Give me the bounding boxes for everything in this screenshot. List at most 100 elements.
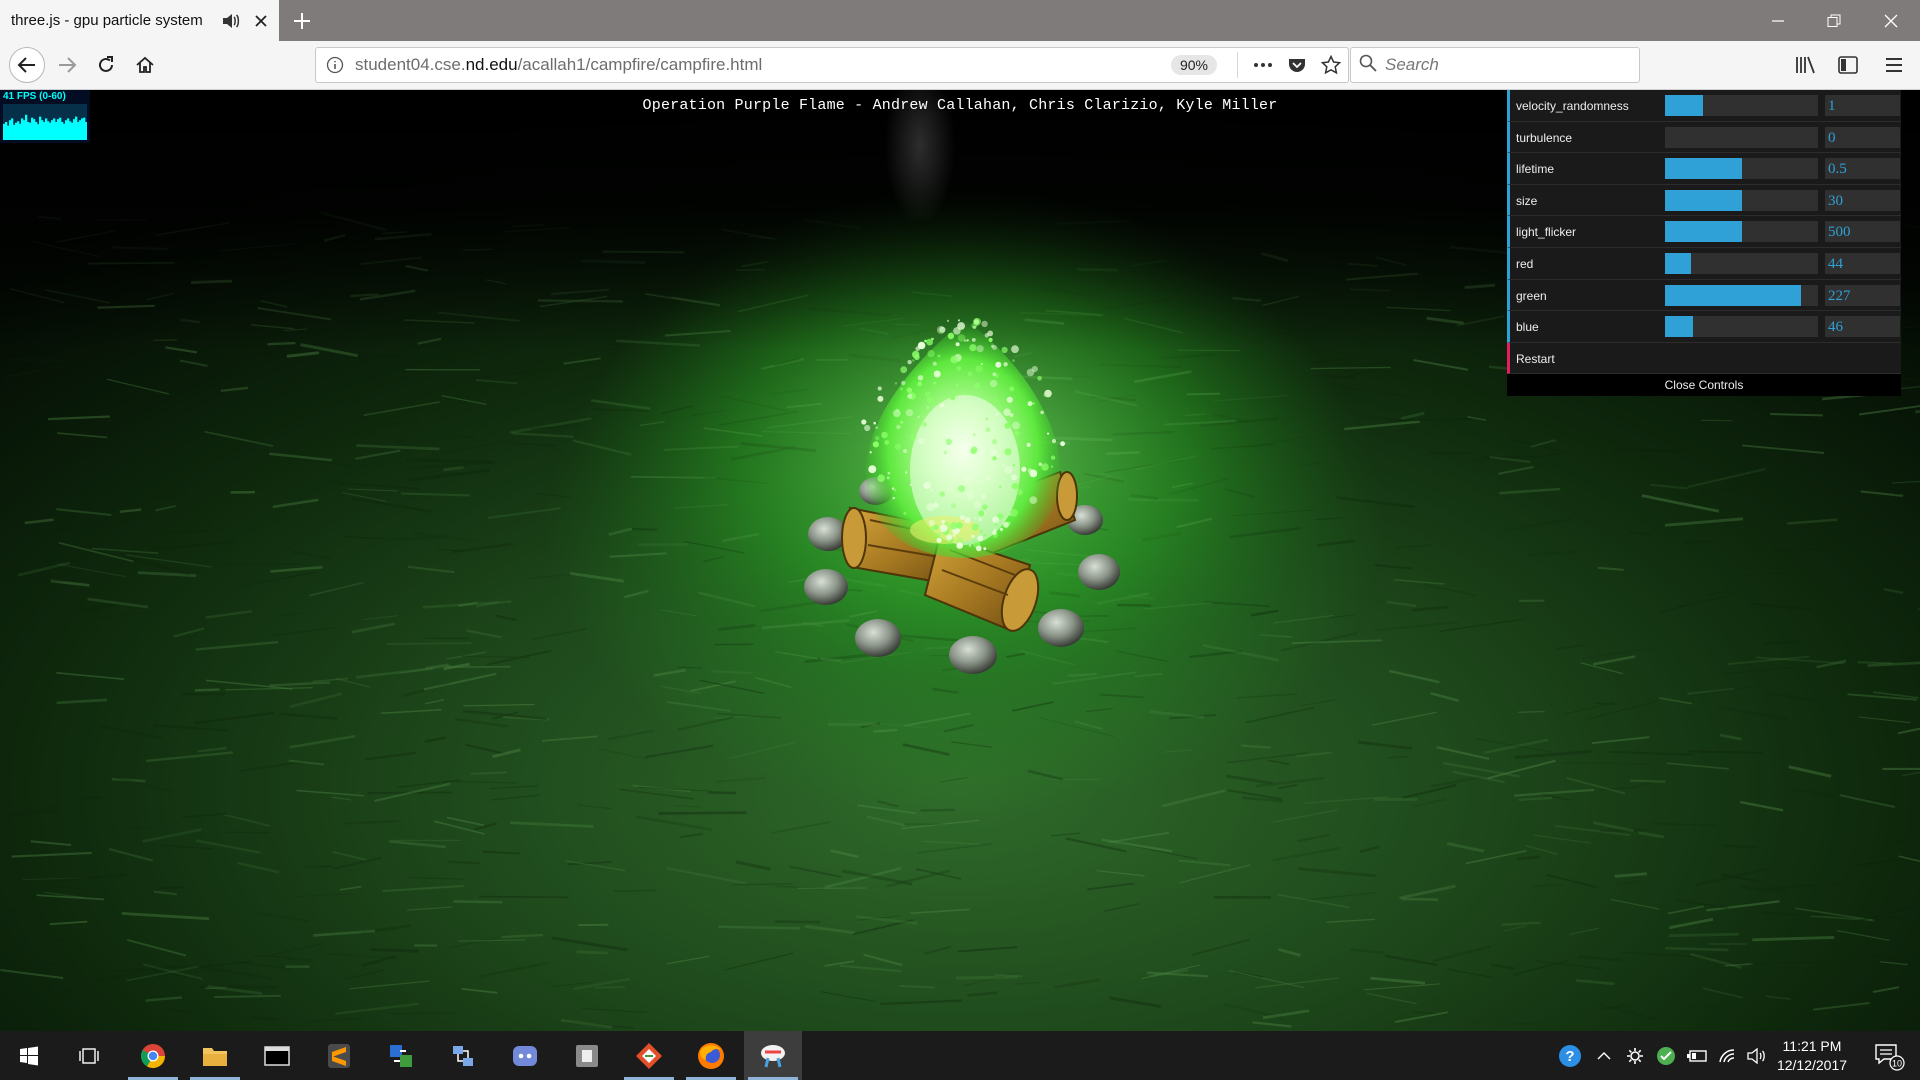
fps-bar	[17, 121, 20, 140]
task-view-icon[interactable]	[60, 1031, 118, 1080]
file-explorer-icon[interactable]	[186, 1031, 244, 1080]
close-window-icon[interactable]	[1862, 0, 1920, 41]
stone	[949, 636, 997, 674]
forward-button[interactable]	[50, 47, 84, 83]
fps-bar	[27, 122, 30, 140]
fps-bar	[73, 119, 76, 140]
fps-bar	[43, 122, 46, 140]
sidebar-icon[interactable]	[1830, 47, 1866, 83]
action-center-icon[interactable]: 10	[1860, 1031, 1918, 1080]
fps-bar	[37, 124, 40, 140]
control-row-lifetime: lifetime 0.5	[1507, 153, 1901, 185]
fps-bar	[25, 114, 28, 140]
slider-fill	[1665, 189, 1742, 211]
fps-bar	[11, 118, 14, 140]
control-label: turbulence	[1516, 130, 1573, 145]
close-controls-button[interactable]: Close Controls	[1507, 373, 1901, 396]
battery-icon[interactable]	[1682, 1031, 1712, 1080]
bookmark-star-icon[interactable]	[1314, 48, 1348, 82]
restart-button[interactable]: Restart	[1507, 342, 1901, 374]
turbulence-input[interactable]: 0	[1825, 126, 1900, 148]
search-icon	[1359, 54, 1377, 77]
fps-bar	[53, 118, 56, 140]
control-label: light_flicker	[1516, 225, 1577, 240]
red-slider[interactable]	[1665, 252, 1818, 274]
help-icon[interactable]: ?	[1553, 1031, 1587, 1080]
control-row-blue: blue 46	[1507, 311, 1901, 343]
page-actions-icon[interactable]	[1246, 48, 1280, 82]
browser-tab-active[interactable]: three.js - gpu particle system	[0, 0, 279, 41]
url-bar[interactable]: student04.cse.nd.edu/acallah1/campfire/c…	[315, 47, 1349, 83]
fps-bar	[23, 120, 26, 140]
close-tab-icon[interactable]	[249, 9, 273, 33]
reload-button[interactable]	[89, 47, 123, 83]
zoom-level-badge[interactable]: 90%	[1170, 55, 1217, 75]
network-icon[interactable]	[434, 1031, 492, 1080]
stone	[804, 569, 848, 605]
fps-bar	[3, 123, 6, 140]
discord-icon[interactable]	[496, 1031, 554, 1080]
light-flicker-input[interactable]: 500	[1825, 221, 1900, 243]
info-icon[interactable]	[318, 48, 352, 82]
url-path: /acallah1/campfire/campfire.html	[517, 55, 763, 74]
app-gray-icon[interactable]	[558, 1031, 616, 1080]
clock-date: 12/12/2017	[1776, 1057, 1848, 1073]
library-icon[interactable]	[1788, 47, 1824, 83]
sublime-text-icon[interactable]	[310, 1031, 368, 1080]
chrome-icon[interactable]	[124, 1031, 182, 1080]
new-tab-button[interactable]	[287, 6, 317, 36]
app-paint-icon[interactable]	[744, 1031, 802, 1080]
git-icon[interactable]	[620, 1031, 678, 1080]
back-button[interactable]	[9, 47, 45, 83]
fps-graph	[3, 104, 87, 140]
hamburger-menu-icon[interactable]	[1876, 47, 1912, 83]
fps-bar	[45, 118, 48, 140]
light-flicker-slider[interactable]	[1665, 221, 1818, 243]
chevron-up-icon[interactable]	[1590, 1031, 1618, 1080]
terminal-icon[interactable]	[248, 1031, 306, 1080]
blue-slider[interactable]	[1665, 316, 1818, 338]
green-slider[interactable]	[1665, 284, 1818, 306]
lifetime-slider[interactable]	[1665, 158, 1818, 180]
minimize-icon[interactable]	[1749, 0, 1807, 41]
wifi-icon[interactable]	[1713, 1031, 1743, 1080]
clock[interactable]: 11:21 PM 12/12/2017	[1764, 1037, 1860, 1075]
pocket-icon[interactable]	[1280, 48, 1314, 82]
fps-bar	[35, 122, 38, 140]
fps-bar	[19, 123, 22, 140]
app-green-icon[interactable]	[1651, 1031, 1681, 1080]
speaker-icon[interactable]	[219, 9, 243, 33]
slider-fill	[1665, 158, 1742, 180]
settings-tray-icon[interactable]	[1620, 1031, 1650, 1080]
red-input[interactable]: 44	[1825, 252, 1900, 274]
firefox-icon[interactable]	[682, 1031, 740, 1080]
fps-bar	[13, 124, 16, 140]
fps-bar	[51, 120, 54, 140]
control-label: velocity_randomness	[1516, 99, 1629, 113]
control-label: red	[1516, 256, 1534, 271]
green-input[interactable]: 227	[1825, 284, 1900, 306]
fps-bar	[5, 122, 8, 140]
control-row-velocity-randomness: velocity_randomness 1	[1507, 90, 1901, 122]
restore-icon[interactable]	[1805, 0, 1863, 41]
home-button[interactable]	[128, 47, 162, 83]
webgl-canvas[interactable]: Operation Purple Flame - Andrew Callahan…	[0, 90, 1920, 1031]
turbulence-slider[interactable]	[1665, 126, 1818, 148]
velocity-randomness-slider[interactable]	[1665, 95, 1818, 116]
app-transfer-icon[interactable]	[372, 1031, 430, 1080]
size-input[interactable]: 30	[1825, 189, 1900, 211]
url-text[interactable]: student04.cse.nd.edu/acallah1/campfire/c…	[355, 55, 1171, 75]
windows-start-icon[interactable]	[0, 1031, 58, 1080]
size-slider[interactable]	[1665, 189, 1818, 211]
control-label: green	[1516, 288, 1547, 303]
fps-bar	[7, 125, 10, 140]
fps-stats-panel[interactable]: 41 FPS (0-60)	[0, 90, 90, 143]
search-bar[interactable]: Search	[1350, 47, 1640, 83]
fps-bar	[9, 120, 12, 140]
fps-bar	[29, 122, 32, 140]
blue-input[interactable]: 46	[1825, 316, 1900, 338]
velocity-randomness-input[interactable]: 1	[1825, 95, 1900, 116]
fps-bar	[31, 117, 34, 140]
lifetime-input[interactable]: 0.5	[1825, 158, 1900, 180]
fps-label: 41 FPS (0-60)	[3, 91, 66, 102]
